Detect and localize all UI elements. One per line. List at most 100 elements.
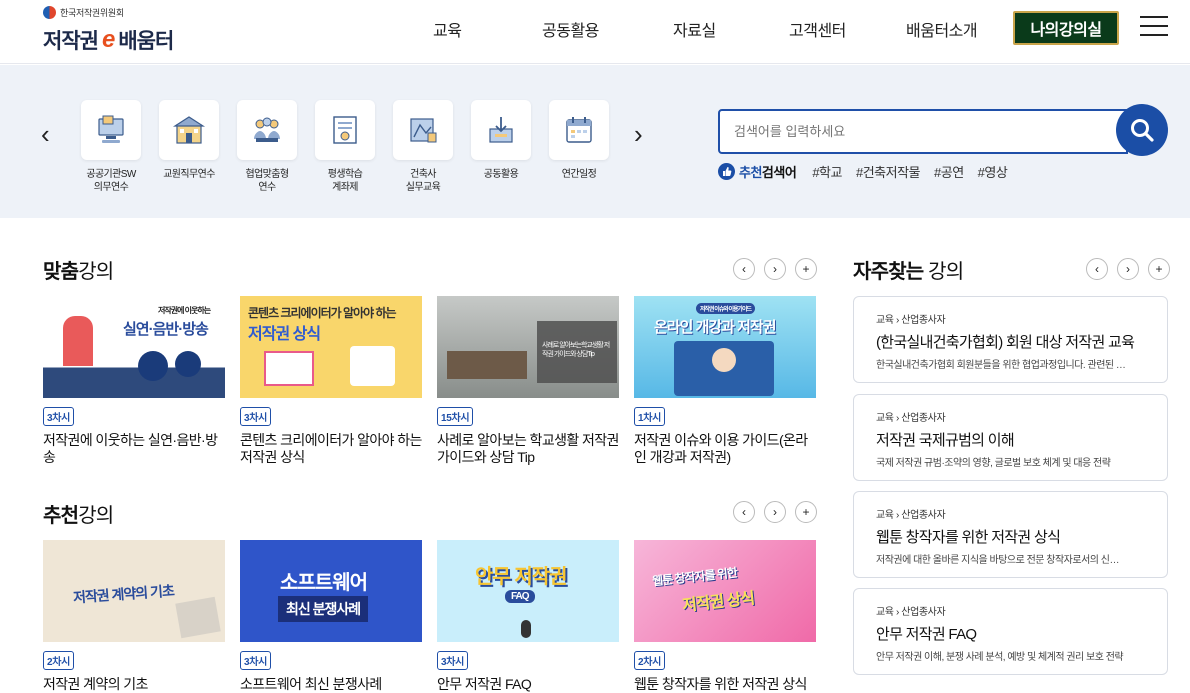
computer-icon — [81, 100, 141, 160]
course-description: 국제 저작권 규범·조약의 영향, 글로벌 보호 체계 및 대응 전략 — [876, 458, 1111, 469]
reco-title: 추천검색어 — [739, 165, 797, 180]
course-card[interactable]: 사례로 알아보는학교생활 저작권 가이드와 상담Tip 15차시 사례로 알아보… — [437, 296, 619, 466]
quick-item-cooperation[interactable]: 협업맞춤형 연수 — [236, 100, 298, 194]
course-thumbnail: 사례로 알아보는학교생활 저작권 가이드와 상담Tip — [437, 296, 619, 398]
course-card[interactable]: 웹툰 창작자를 위한 저작권 상식 2차시 웹툰 창작자를 위한 저작권 상식 — [634, 540, 816, 693]
session-badge: 3차시 — [240, 651, 272, 670]
course-title[interactable]: 콘텐츠 크리에이터가 알아야 하는 저작권 상식 — [240, 432, 422, 466]
frequent-prev-button[interactable]: ‹ — [1086, 258, 1108, 280]
frequent-more-button[interactable]: + — [1148, 258, 1170, 280]
course-title[interactable]: (한국실내건축가협회) 회원 대상 저작권 교육 — [876, 331, 1145, 352]
my-class-button[interactable]: 나의강의실 — [1013, 11, 1119, 45]
org-name: 한국저작권위원회 — [43, 6, 173, 19]
share-icon — [471, 100, 531, 160]
reco-tag[interactable]: #공연 — [934, 162, 964, 181]
thumbs-up-icon — [718, 163, 735, 180]
org-name-text: 한국저작권위원회 — [60, 8, 124, 18]
frequent-next-button[interactable]: › — [1117, 258, 1139, 280]
course-description: 저작권에 대한 올바른 지식을 바탕으로 전문 창작자로서의 신… — [876, 555, 1119, 566]
recommend-prev-button[interactable]: ‹ — [733, 501, 755, 523]
course-breadcrumb: 교육 › 산업종사자 — [876, 315, 946, 326]
recommend-more-button[interactable]: + — [795, 501, 817, 523]
quick-item-label: 공동활용 — [483, 169, 519, 180]
course-title[interactable]: 웹툰 창작자를 위한 저작권 상식 — [876, 526, 1145, 547]
custom-more-button[interactable]: + — [795, 258, 817, 280]
course-breadcrumb: 교육 › 산업종사자 — [876, 607, 946, 618]
course-thumbnail: 소프트웨어 최신 분쟁사례 — [240, 540, 422, 642]
nav-resources[interactable]: 자료실 — [673, 17, 716, 41]
course-card[interactable]: 안무 저작권 FAQ 3차시 안무 저작권 FAQ — [437, 540, 619, 693]
course-thumbnail: 저작권 계약의 기초 — [43, 540, 225, 642]
course-title[interactable]: 안무 저작권 FAQ — [437, 676, 619, 693]
recommend-next-button[interactable]: › — [764, 501, 786, 523]
course-card[interactable]: 저작권 계약의 기초 2차시 저작권 계약의 기초 — [43, 540, 225, 693]
custom-section-title: 맞춤강의 — [43, 261, 114, 283]
quick-item-calendar[interactable]: 연간일정 — [548, 100, 610, 181]
logo-text-e: e — [101, 26, 115, 53]
session-badge: 2차시 — [634, 651, 666, 670]
quick-item-architect[interactable]: 건축사 실무교육 — [392, 100, 454, 194]
course-card[interactable]: 콘텐츠 크리에이터가 알아야 하는 저작권 상식 3차시 콘텐츠 크리에이터가 … — [240, 296, 422, 466]
course-thumbnail: 저작권 이슈와 이용가이드 온라인 개강과 저작권 — [634, 296, 816, 398]
course-description: 한국실내건축가협회 회원분들을 위한 협업과정입니다. 관련된 … — [876, 360, 1126, 371]
certificate-icon — [315, 100, 375, 160]
quick-item-label: 평생학습 계좌제 — [327, 169, 363, 193]
session-badge: 3차시 — [240, 407, 272, 426]
quick-item-label: 연간일정 — [561, 169, 597, 180]
logo-text-b: 배움터 — [118, 30, 174, 53]
school-icon — [159, 100, 219, 160]
logo-wordmark: 저작권 e 배움터 — [43, 25, 174, 55]
frequent-course-item[interactable]: 교육 › 산업종사자 (한국실내건축가협회) 회원 대상 저작권 교육 한국실내… — [853, 296, 1168, 383]
nav-about[interactable]: 배움터소개 — [906, 17, 978, 41]
course-title[interactable]: 사례로 알아보는 학교생활 저작권 가이드와 상담 Tip — [437, 432, 619, 466]
session-badge: 3차시 — [437, 651, 469, 670]
search-button[interactable] — [1116, 104, 1168, 156]
course-title[interactable]: 소프트웨어 최신 분쟁사례 — [240, 676, 422, 693]
course-card[interactable]: 저작권에 이웃하는 실연·음반·방송 3차시 저작권에 이웃하는 실연·음반·방… — [43, 296, 225, 466]
recommended-keywords: 추천검색어 #학교 #건축저작물 #공연 #영상 — [718, 162, 1021, 181]
quick-item-shared[interactable]: 공동활용 — [470, 100, 532, 181]
people-icon — [237, 100, 297, 160]
reco-tag[interactable]: #학교 — [812, 162, 842, 181]
nav-education[interactable]: 교육 — [433, 17, 462, 41]
session-badge: 15차시 — [437, 407, 474, 426]
course-thumbnail: 저작권에 이웃하는 실연·음반·방송 — [43, 296, 225, 398]
quick-prev-arrow[interactable]: ‹ — [41, 119, 50, 150]
course-description: 안무 저작권 이해, 분쟁 사례 분석, 예방 및 체계적 권리 보호 전략 — [876, 652, 1124, 663]
search-input[interactable] — [720, 111, 1110, 152]
course-card[interactable]: 저작권 이슈와 이용가이드 온라인 개강과 저작권 1차시 저작권 이슈와 이용… — [634, 296, 816, 466]
session-badge: 1차시 — [634, 407, 666, 426]
frequent-course-item[interactable]: 교육 › 산업종사자 저작권 국제규범의 이해 국제 저작권 규범·조약의 영향… — [853, 394, 1168, 481]
quick-item-teacher[interactable]: 교원직무연수 — [158, 100, 220, 181]
calendar-icon — [549, 100, 609, 160]
course-breadcrumb: 교육 › 산업종사자 — [876, 510, 946, 521]
custom-controls: ‹ › + — [733, 258, 817, 280]
site-logo[interactable]: 한국저작권위원회 저작권 e 배움터 — [43, 6, 174, 55]
course-title[interactable]: 저작권 이슈와 이용 가이드(온라인 개강과 저작권) — [634, 432, 816, 466]
course-title[interactable]: 저작권에 이웃하는 실연·음반·방송 — [43, 432, 225, 466]
reco-tag[interactable]: #영상 — [978, 162, 1008, 181]
quick-item-label: 교원직무연수 — [163, 169, 215, 180]
reco-tag[interactable]: #건축저작물 — [856, 162, 921, 181]
search-box — [718, 109, 1128, 154]
course-title[interactable]: 안무 저작권 FAQ — [876, 623, 1145, 644]
course-card[interactable]: 소프트웨어 최신 분쟁사례 3차시 소프트웨어 최신 분쟁사례 — [240, 540, 422, 693]
org-logo-icon — [43, 6, 56, 19]
menu-icon[interactable] — [1140, 14, 1168, 38]
frequent-course-item[interactable]: 교육 › 산업종사자 웹툰 창작자를 위한 저작권 상식 저작권에 대한 올바른… — [853, 491, 1168, 578]
search-icon — [1131, 119, 1154, 142]
course-title[interactable]: 웹툰 창작자를 위한 저작권 상식 — [634, 676, 816, 693]
course-title[interactable]: 저작권 계약의 기초 — [43, 676, 225, 693]
custom-prev-button[interactable]: ‹ — [733, 258, 755, 280]
nav-shared-use[interactable]: 공동활용 — [542, 17, 599, 41]
quick-item-lifelong[interactable]: 평생학습 계좌제 — [314, 100, 376, 194]
quick-next-arrow[interactable]: › — [634, 119, 643, 150]
session-badge: 2차시 — [43, 651, 75, 670]
recommend-section-title: 추천강의 — [43, 505, 114, 527]
course-breadcrumb: 교육 › 산업종사자 — [876, 413, 946, 424]
quick-item-sw[interactable]: 공공기관SW 의무연수 — [80, 100, 142, 194]
frequent-course-item[interactable]: 교육 › 산업종사자 안무 저작권 FAQ 안무 저작권 이해, 분쟁 사례 분… — [853, 588, 1168, 675]
nav-customer-center[interactable]: 고객센터 — [789, 17, 846, 41]
custom-next-button[interactable]: › — [764, 258, 786, 280]
course-title[interactable]: 저작권 국제규범의 이해 — [876, 429, 1145, 450]
